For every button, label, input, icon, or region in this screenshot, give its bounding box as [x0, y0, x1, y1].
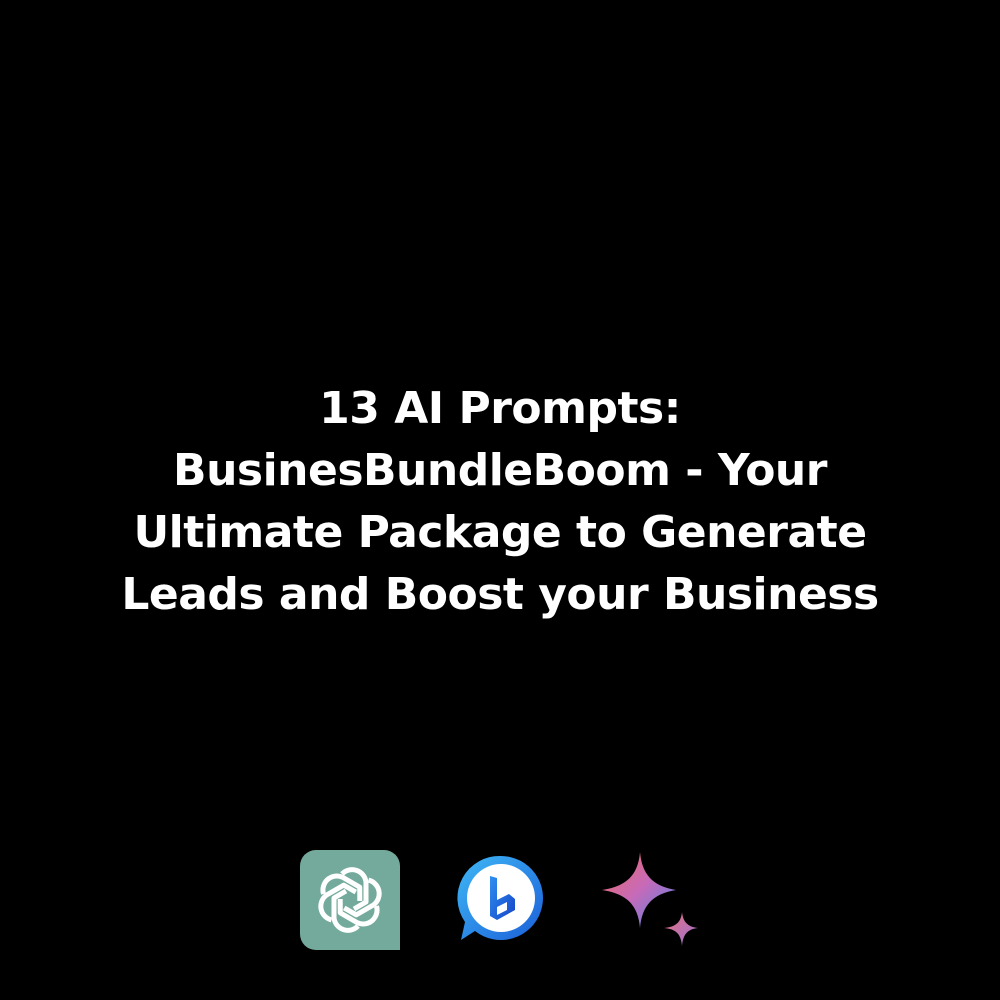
headline-line-3: Ultimate Package to Generate	[133, 507, 867, 558]
openai-knot-icon	[318, 867, 382, 933]
bing-chat-logo-icon	[455, 852, 547, 944]
ai-logos-row	[0, 848, 1000, 958]
headline: 13 AI Prompts: BusinesBundleBoom - Your …	[0, 378, 1000, 626]
headline-line-4: Leads and Boost your Business	[121, 569, 879, 620]
headline-line-2: BusinesBundleBoom - Your	[173, 445, 827, 496]
chatgpt-logo-icon	[300, 850, 400, 950]
headline-line-1: 13 AI Prompts:	[319, 383, 681, 434]
gemini-sparkle-icon	[596, 848, 704, 952]
canvas: 13 AI Prompts: BusinesBundleBoom - Your …	[0, 0, 1000, 1000]
